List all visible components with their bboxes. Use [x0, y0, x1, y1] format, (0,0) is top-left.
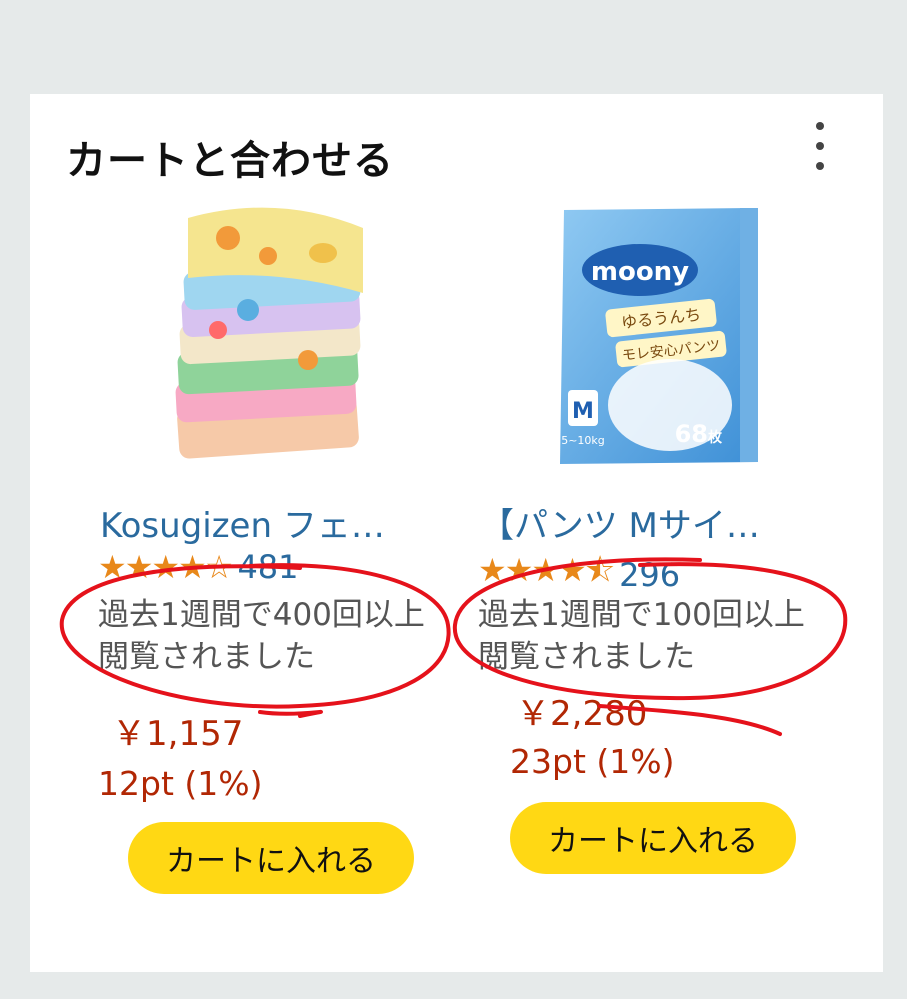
- section-title: カートと合わせる: [66, 138, 394, 184]
- more-options-icon[interactable]: [805, 122, 835, 170]
- rating-stars: ★★★★☆: [98, 548, 233, 586]
- review-count[interactable]: 296: [619, 556, 680, 594]
- product-rating[interactable]: ★★★★☆ 481: [98, 548, 299, 586]
- towel-stack-image[interactable]: [158, 198, 378, 478]
- viewed-count-text: 過去1週間で400回以上閲覧されました: [98, 597, 425, 675]
- add-to-cart-button[interactable]: カートに入れる: [510, 802, 796, 874]
- diaper-package-image[interactable]: moony ゆるうんち モレ安心パンツ M 5~10kg 68枚: [550, 200, 770, 480]
- recommendation-card: カートと合わせる Kosugizen フェ… ★★★★☆ 481 過去1週間で4…: [30, 94, 883, 972]
- review-count[interactable]: 481: [237, 548, 298, 586]
- product-price: ￥1,157: [112, 714, 244, 754]
- add-to-cart-button[interactable]: カートに入れる: [128, 822, 414, 894]
- product-price: ￥2,280: [516, 694, 648, 734]
- product-points: 12pt (1%): [98, 764, 263, 803]
- product-name-link[interactable]: Kosugizen フェ…: [100, 498, 430, 547]
- product-name-link[interactable]: 【パンツ Mサイ…: [480, 498, 810, 547]
- product-points: 23pt (1%): [510, 742, 675, 781]
- package-count: 68: [675, 420, 708, 448]
- package-weight: 5~10kg: [561, 434, 605, 447]
- package-count-unit: 枚: [708, 429, 723, 446]
- package-size: M: [572, 399, 594, 424]
- package-brand: moony: [591, 257, 689, 287]
- viewed-count-text: 過去1週間で100回以上閲覧されました: [478, 597, 805, 675]
